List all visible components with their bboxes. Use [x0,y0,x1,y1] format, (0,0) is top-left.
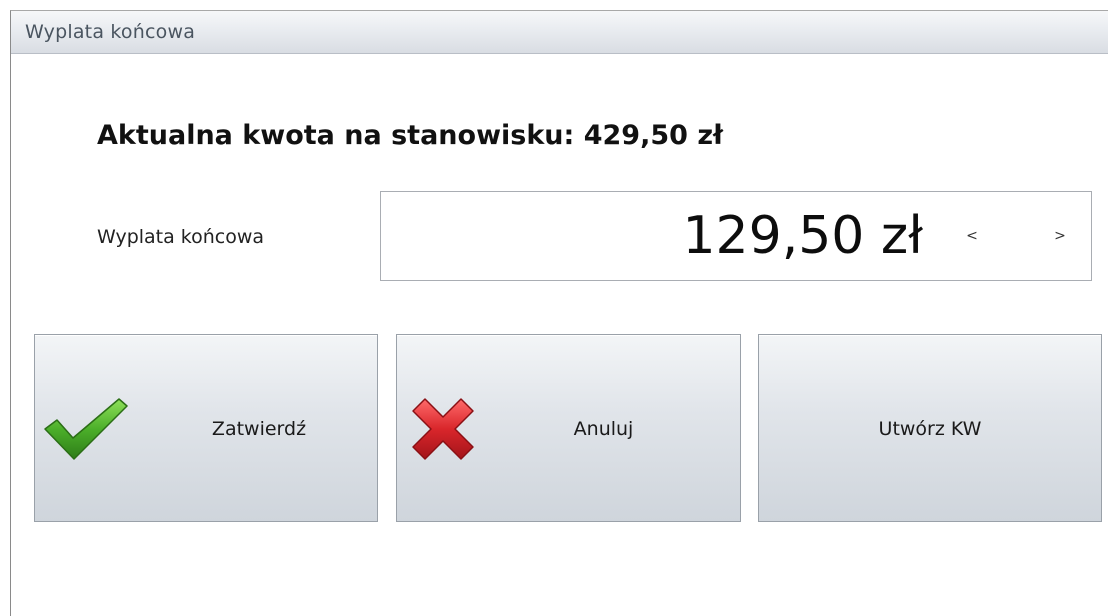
payout-amount-value: 129,50 zł [682,206,923,266]
cross-icon [403,393,493,463]
create-kw-button[interactable]: Utwórz KW [758,334,1102,522]
window-title: Wyplata końcowa [25,21,196,43]
payout-dialog: Wyplata końcowa Aktualna kwota na stanow… [10,10,1108,616]
current-amount-text: Aktualna kwota na stanowisku: 429,50 zł [97,120,724,151]
cancel-button-label: Anuluj [573,418,634,440]
decrease-button[interactable]: < [961,226,983,246]
confirm-button[interactable]: Zatwierdź [34,334,378,522]
payout-label: Wyplata końcowa [97,226,265,248]
increase-button[interactable]: > [1049,226,1071,246]
create-kw-button-label: Utwórz KW [878,418,982,440]
title-bar: Wyplata końcowa [11,11,1108,54]
confirm-button-label: Zatwierdź [211,418,307,440]
cancel-button[interactable]: Anuluj [396,334,741,522]
checkmark-icon [41,393,131,463]
payout-amount-field[interactable]: 129,50 zł < > [380,191,1092,281]
